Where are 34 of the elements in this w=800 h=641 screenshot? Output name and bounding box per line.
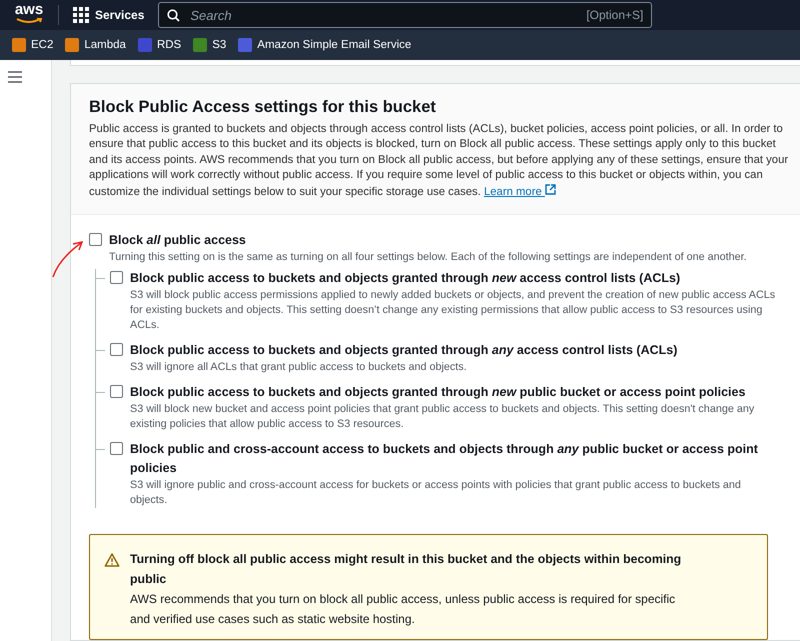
setting-label: Block all public access <box>109 232 247 249</box>
favorite-link[interactable]: Lambda <box>65 38 126 52</box>
checkbox[interactable] <box>89 233 102 246</box>
setting-label: Block public access to buckets and objects granted through any access control lists (ACLs) <box>130 342 678 359</box>
services-button[interactable]: Services <box>73 7 144 23</box>
grid-icon <box>73 7 89 23</box>
checkbox[interactable] <box>110 271 123 284</box>
shortcut-hint: [Option+S] <box>586 8 644 22</box>
warning-title: Turning off block all public access might result in this bucket and the objects within becoming public <box>130 551 682 588</box>
menu-icon[interactable] <box>8 71 22 83</box>
search-icon <box>167 8 180 22</box>
setting-label: Block public and cross-account access to buckets and objects through any public bucket or access point policies <box>130 441 759 477</box>
panel-description: Public access is granted to buckets and objects through access control lists (ACLs), bucket policies, access point policies, or all. In order to ensure that public access to this bucket and its objects is blocked, turn on Block all public access. These settings apply only to this bucket and its access points. AWS recommends that you turn on Block all public access, but before applying any of these settings, ensure that your applications will work correctly without public access. If you require some level of public access to this bucket or objects within, you can customize the individual settings below to suit your specific storage use cases. Learn more <box>89 122 790 200</box>
setting-description: S3 will block new bucket and access point policies that grant public access to buckets and objects. This setting doesn't change any existing policies that allow public access to S3 resources. <box>130 402 756 432</box>
learn-more-link[interactable]: Learn more <box>484 186 556 198</box>
search-input[interactable]: Search <box>188 6 578 24</box>
favorite-link[interactable]: RDS <box>138 38 182 52</box>
setting-label: Block public access to buckets and objects granted through new access control lists (ACLs) <box>130 270 682 287</box>
search-field[interactable]: Search [Option+S] <box>158 2 652 28</box>
setting-description: S3 will ignore all ACLs that grant public access to buckets and objects. <box>130 360 468 375</box>
checkbox[interactable] <box>110 442 123 455</box>
setting-description: Turning this setting on is the same as turning on all four settings below. Each of the following settings are independent of one another. <box>109 250 747 265</box>
setting-description: S3 will ignore public and cross-account access for buckets or access points with policies that grant public access to buckets and objects. <box>130 478 742 508</box>
warning-text: AWS recommends that you turn on block all public access, unless public access is required for specific and verified use cases such as static website hosting. <box>130 591 676 628</box>
panel-title: Block Public Access settings for this bucket <box>89 98 437 116</box>
favorite-link[interactable]: EC2 <box>12 38 54 52</box>
favorite-link[interactable]: Amazon Simple Email Service <box>238 38 412 52</box>
external-link-icon <box>544 184 556 194</box>
checkbox[interactable] <box>110 343 123 356</box>
setting-label: Block public access to buckets and objects granted through new public bucket or access point policies <box>130 384 746 401</box>
setting-description: S3 will block public access permissions applied to newly added buckets or objects, and prevent the creation of new public access ACLs for existing buckets and objects. This setting doesn’t change any existing permissions that allow public access to S3 resources using ACLs. <box>130 288 776 333</box>
checkbox[interactable] <box>110 385 123 398</box>
aws-logo[interactable]: aws <box>12 2 46 28</box>
favorite-link[interactable]: S3 <box>193 38 226 52</box>
